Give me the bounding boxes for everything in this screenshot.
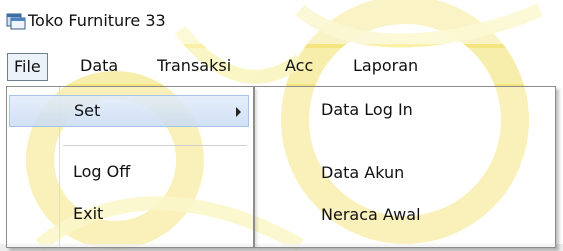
menu-data[interactable]: Data bbox=[74, 53, 124, 79]
file-menu-dropdown: Set Log Off Exit bbox=[6, 86, 254, 248]
menu-item-log-off-label: Log Off bbox=[73, 162, 131, 181]
menu-file[interactable]: File bbox=[7, 53, 48, 81]
submenu-item-data-log-in[interactable]: Data Log In bbox=[321, 100, 413, 119]
window-title: Toko Furniture 33 bbox=[28, 11, 166, 30]
menu-acc[interactable]: Acc bbox=[279, 53, 319, 79]
menu-transaksi[interactable]: Transaksi bbox=[151, 53, 237, 79]
set-submenu: Data Log In Data Akun Neraca Awal bbox=[254, 86, 556, 248]
menu-item-log-off[interactable]: Log Off bbox=[9, 157, 249, 189]
menu-separator bbox=[63, 145, 247, 146]
submenu-item-neraca-awal[interactable]: Neraca Awal bbox=[321, 205, 421, 224]
app-window-icon bbox=[6, 13, 26, 30]
menu-item-exit[interactable]: Exit bbox=[9, 199, 249, 231]
menu-bar: File Data Transaksi Acc Laporan bbox=[0, 48, 563, 84]
submenu-arrow-icon bbox=[236, 107, 241, 117]
menu-item-set-label: Set bbox=[74, 101, 101, 120]
title-bar: Toko Furniture 33 bbox=[0, 0, 563, 44]
menu-item-set[interactable]: Set bbox=[9, 95, 249, 127]
menu-laporan[interactable]: Laporan bbox=[347, 53, 424, 79]
submenu-item-data-akun[interactable]: Data Akun bbox=[321, 163, 404, 182]
menu-item-exit-label: Exit bbox=[73, 204, 104, 223]
